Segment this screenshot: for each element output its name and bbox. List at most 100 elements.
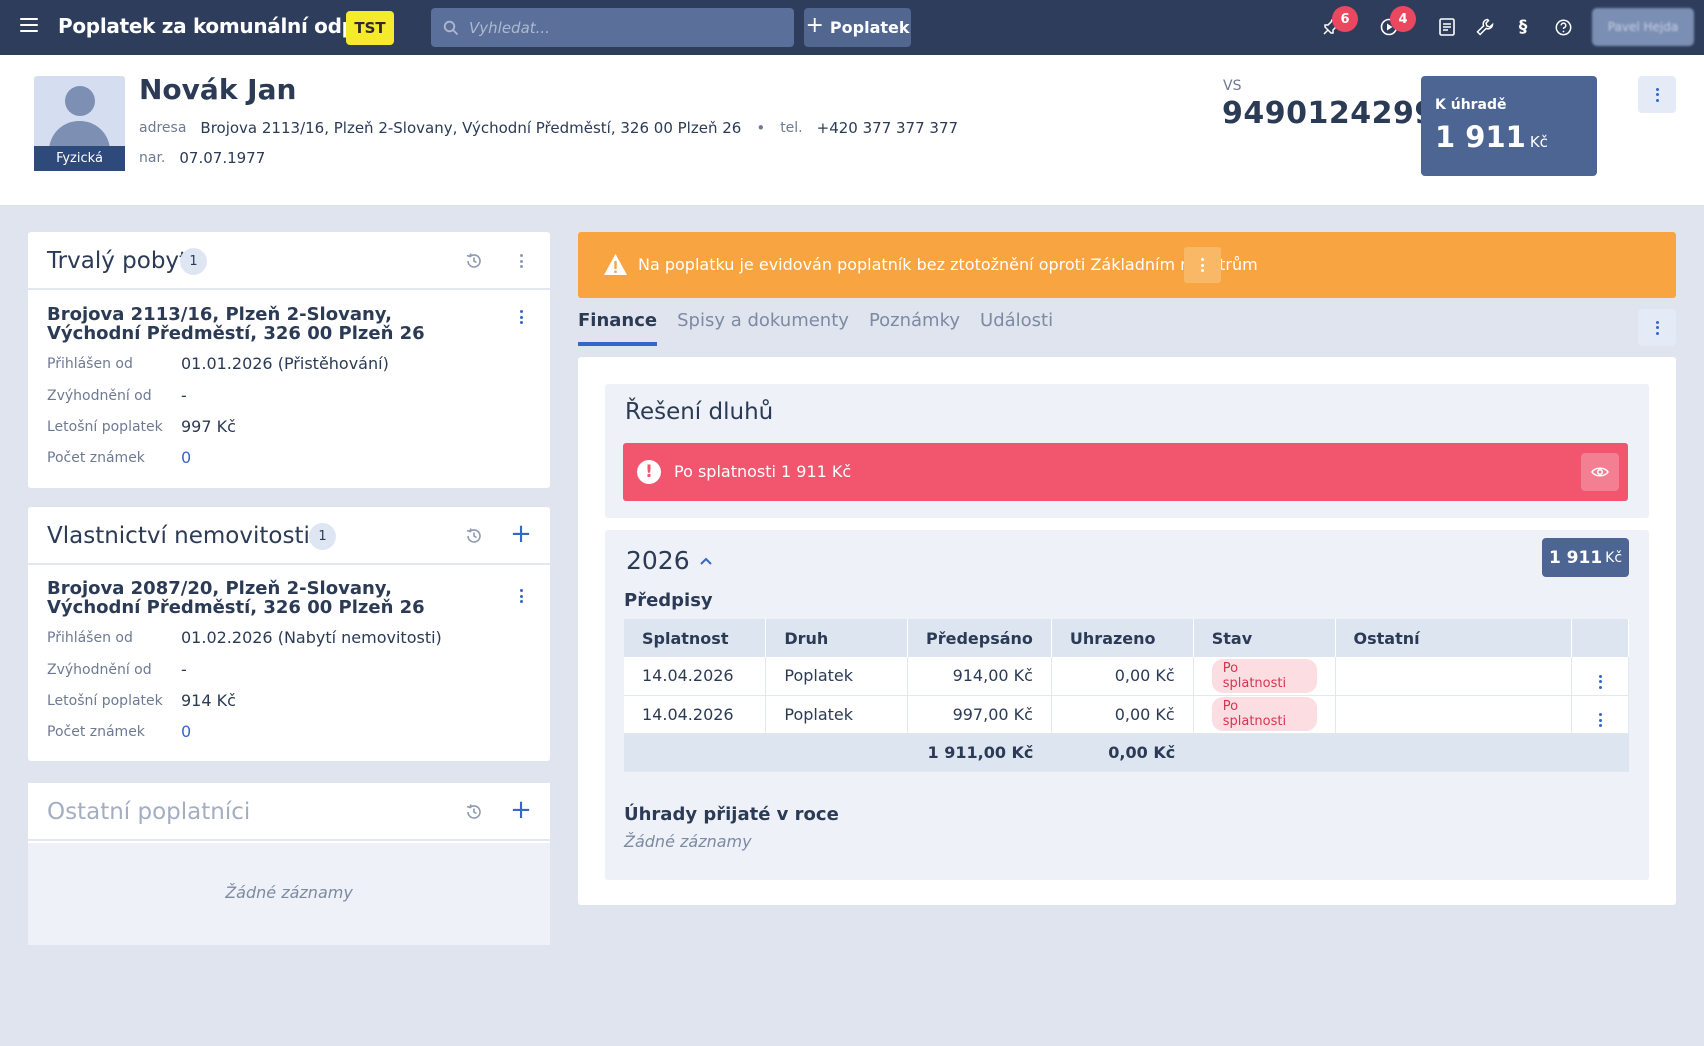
user-menu-button[interactable]: Pavel Hejda xyxy=(1592,8,1694,46)
menu-icon[interactable] xyxy=(20,18,38,32)
history-icon[interactable] xyxy=(464,251,484,271)
column-header[interactable]: Ostatní xyxy=(1335,619,1573,657)
year-total-badge: 1 911 Kč xyxy=(1542,538,1629,577)
overdue-message: Po splatnosti 1 911 Kč xyxy=(674,462,852,481)
pin-icon[interactable]: 6 xyxy=(1320,6,1358,38)
history-icon[interactable] xyxy=(464,526,484,546)
more-vertical-icon xyxy=(1655,87,1659,102)
table-row[interactable]: 14.04.2026 Poplatek 997,00 Kč 0,00 Kč Po… xyxy=(624,695,1629,734)
tab-notes[interactable]: Poznámky xyxy=(869,310,960,346)
search-box[interactable] xyxy=(431,8,794,47)
search-icon xyxy=(443,20,459,35)
history-icon[interactable] xyxy=(464,802,484,822)
yearly-fee-label: Letošní poplatek xyxy=(47,693,163,709)
add-fee-button[interactable]: + Poplatek xyxy=(804,8,911,47)
address-value: Brojova 2113/16, Plzeň 2-Slovany, Východ… xyxy=(200,119,742,137)
prescriptions-title: Předpisy xyxy=(624,590,713,611)
add-icon[interactable]: + xyxy=(510,521,532,547)
document-list-icon[interactable] xyxy=(1436,16,1458,38)
amount-due-currency: Kč xyxy=(1529,133,1548,151)
tab-bar: Finance Spisy a dokumenty Poznámky Událo… xyxy=(578,310,1073,346)
other-cell xyxy=(1335,695,1573,734)
header-more-button[interactable] xyxy=(1638,76,1676,113)
overdue-alert: ! Po splatnosti 1 911 Kč xyxy=(623,443,1628,501)
help-icon[interactable] xyxy=(1552,16,1574,38)
registered-from-value: 01.01.2026 (Přistěhování) xyxy=(181,354,389,373)
panel-more-icon[interactable] xyxy=(520,254,523,268)
tab-finance[interactable]: Finance xyxy=(578,310,658,346)
vs-value: 9490124299 xyxy=(1222,96,1436,131)
panel-title: Ostatní poplatníci xyxy=(47,799,251,825)
row-actions-cell xyxy=(1571,695,1629,734)
environment-badge: TST xyxy=(346,11,394,45)
person-name: Novák Jan xyxy=(139,73,297,106)
tab-documents[interactable]: Spisy a dokumenty xyxy=(677,310,849,346)
status-cell: Po splatnosti xyxy=(1193,695,1336,734)
permanent-residence-panel: Trvalý pobyt 1 Brojova 2113/16, Plzeň 2-… xyxy=(28,232,550,488)
prescribed-cell: 914,00 Kč xyxy=(907,657,1052,696)
column-header[interactable]: Stav xyxy=(1193,619,1336,657)
wrench-icon[interactable] xyxy=(1474,16,1496,38)
column-header[interactable]: Druh xyxy=(765,619,908,657)
paragraph-icon[interactable]: § xyxy=(1512,16,1534,38)
add-icon[interactable]: + xyxy=(510,797,532,823)
stamps-count-label: Počet známek xyxy=(47,450,145,466)
tab-events[interactable]: Události xyxy=(980,310,1053,346)
birth-line: nar. 07.07.1977 xyxy=(139,149,265,167)
other-payers-panel: Ostatní poplatníci + Žádné záznamy xyxy=(28,783,550,945)
prescriptions-table: Splatnost Druh Předepsáno Uhrazeno Stav … xyxy=(624,619,1629,772)
due-date-cell: 14.04.2026 xyxy=(624,657,767,696)
stamps-count-link[interactable]: 0 xyxy=(181,722,191,741)
panel-header: Vlastnictví nemovitosti 1 + xyxy=(28,507,550,565)
discount-from-label: Zvýhodnění od xyxy=(47,662,152,678)
warning-message: Na poplatku je evidován poplatník bez zt… xyxy=(638,255,1258,274)
empty-cell xyxy=(1335,733,1572,772)
warning-more-button[interactable] xyxy=(1184,247,1221,283)
amount-due-number: 1 911 xyxy=(1435,120,1526,154)
empty-cell xyxy=(1571,733,1629,772)
panel-header: Ostatní poplatníci + xyxy=(28,783,550,841)
status-badge: Po splatnosti xyxy=(1211,697,1317,731)
warning-icon xyxy=(604,254,627,275)
prescribed-cell: 997,00 Kč xyxy=(907,695,1052,734)
column-header[interactable]: Splatnost xyxy=(624,619,767,657)
birth-date: 07.07.1977 xyxy=(179,149,266,167)
address-more-icon[interactable] xyxy=(520,310,523,324)
separator-dot: • xyxy=(756,119,766,137)
pin-count-badge: 6 xyxy=(1332,6,1358,32)
year-total-currency: Kč xyxy=(1605,549,1623,566)
discount-from-value: - xyxy=(181,660,187,679)
search-input[interactable] xyxy=(469,18,769,37)
amount-due-box: K úhradě 1 911 Kč xyxy=(1421,76,1597,176)
empty-cell xyxy=(1193,733,1336,772)
table-row[interactable]: 14.04.2026 Poplatek 914,00 Kč 0,00 Kč Po… xyxy=(624,657,1629,696)
paid-cell: 0,00 Kč xyxy=(1051,695,1194,734)
debt-title: Řešení dluhů xyxy=(625,399,774,425)
tabs-more-button[interactable] xyxy=(1638,309,1676,346)
chevron-up-icon[interactable] xyxy=(697,552,715,570)
column-header[interactable]: Uhrazeno xyxy=(1051,619,1194,657)
eye-icon[interactable] xyxy=(1581,453,1619,491)
finance-content: Řešení dluhů ! Po splatnosti 1 911 Kč 20… xyxy=(578,357,1676,905)
column-header[interactable]: Předepsáno xyxy=(907,619,1052,657)
table-header-row: Splatnost Druh Předepsáno Uhrazeno Stav … xyxy=(624,619,1629,657)
row-more-icon[interactable] xyxy=(1598,713,1602,727)
error-icon: ! xyxy=(637,460,661,484)
address-label: adresa xyxy=(139,120,187,136)
column-header-actions xyxy=(1571,619,1629,657)
stamps-count-link[interactable]: 0 xyxy=(181,448,191,467)
status-cell: Po splatnosti xyxy=(1193,657,1336,696)
address-more-icon[interactable] xyxy=(520,589,523,603)
empty-cell xyxy=(624,733,766,772)
play-icon[interactable]: 4 xyxy=(1378,6,1416,38)
vs-label: VS xyxy=(1223,78,1242,94)
row-more-icon[interactable] xyxy=(1598,674,1602,689)
registered-from-label: Přihlášen od xyxy=(47,356,133,372)
table-total-row: 1 911,00 Kč 0,00 Kč xyxy=(624,733,1629,772)
more-vertical-icon xyxy=(1201,258,1204,272)
year-total-value: 1 911 xyxy=(1548,547,1603,568)
person-header: Fyzická Novák Jan adresa Brojova 2113/16… xyxy=(0,55,1704,205)
due-date-cell: 14.04.2026 xyxy=(624,695,767,734)
play-count-badge: 4 xyxy=(1390,6,1416,32)
paid-cell: 0,00 Kč xyxy=(1051,657,1194,696)
